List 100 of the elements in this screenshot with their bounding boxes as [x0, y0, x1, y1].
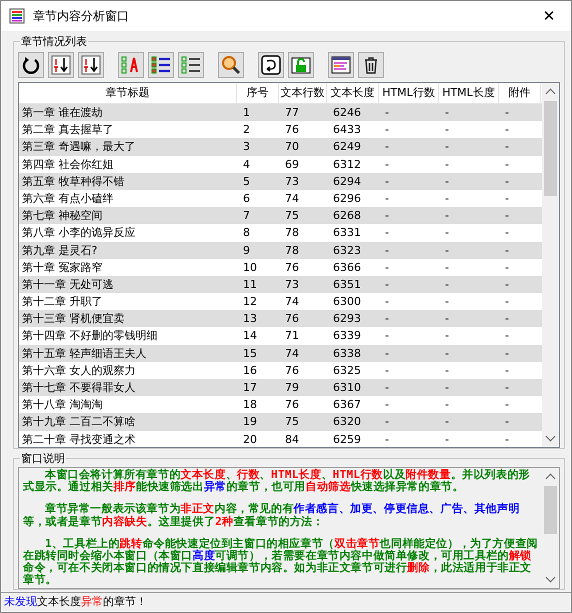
- table-cell-text: -: [384, 208, 390, 224]
- column-header[interactable]: 章节标题: [19, 83, 237, 103]
- table-cell-text: -: [444, 190, 450, 207]
- table-cell-text: 7: [242, 208, 251, 224]
- table-cell-text: 76: [284, 122, 300, 138]
- table-cell-text: 6293: [332, 311, 362, 328]
- sort-desc-button[interactable]: [78, 52, 104, 78]
- table-cell-text: 19: [242, 414, 258, 430]
- table-cell-text: -: [504, 260, 510, 276]
- table-cell-text: -: [444, 397, 450, 414]
- table-cell-text: -: [504, 311, 510, 328]
- table-cell-text: 75: [284, 414, 300, 430]
- column-header[interactable]: HTML长度: [439, 83, 499, 103]
- table-cell-text: -: [444, 362, 450, 379]
- refresh-icon: [21, 55, 41, 75]
- column-header[interactable]: 序号: [237, 83, 279, 103]
- table-cell-text: 74: [284, 346, 300, 362]
- table-cell-text: -: [504, 276, 510, 293]
- table-cell-text: -: [384, 105, 390, 121]
- table-cell-text: -: [504, 362, 510, 379]
- table-cell-text: 15: [242, 346, 258, 362]
- table-cell-text: -: [504, 105, 510, 121]
- table-cell-text: -: [444, 294, 450, 310]
- table-cell-text: -: [384, 174, 390, 190]
- table-cell-text: 77: [284, 105, 300, 121]
- close-button[interactable]: ✕: [527, 1, 571, 31]
- table-cell-text: -: [444, 260, 450, 276]
- table-cell-text: 76: [284, 397, 300, 414]
- description-paragraph: 章节异常一般表示该章节为非正文内容，常见的有作者感言、加更、停更信息、广告、其他声明 等，或者是章节内容缺失。这里提供了2种查看章节的方法：: [23, 503, 521, 528]
- unlock-button[interactable]: [288, 52, 314, 78]
- table-cell-text: 3: [242, 139, 251, 156]
- column-header[interactable]: 文本行数: [279, 83, 327, 103]
- table-cell-text: 6320: [332, 414, 362, 430]
- table-cell-text: 6310: [332, 380, 362, 396]
- table-cell-text: -: [384, 242, 390, 258]
- table-cell-text: 73: [284, 276, 300, 293]
- jump-icon: [261, 55, 281, 75]
- table-cell-text: 第六章 有点小磕绊: [21, 190, 114, 207]
- table-cell-text: -: [504, 208, 510, 224]
- table-cell-text: 6323: [332, 242, 362, 258]
- list-button[interactable]: [178, 52, 204, 78]
- scrollbar[interactable]: [542, 83, 559, 447]
- sort-ascending-icon: [51, 55, 71, 75]
- table-cell-text: 第十八章 淘淘淘: [21, 397, 104, 414]
- table-cell-text: 74: [284, 294, 300, 310]
- table-cell-text: 9: [242, 242, 251, 258]
- column-header[interactable]: HTML行数: [379, 83, 439, 103]
- checklist-icon: [121, 55, 141, 75]
- list-icon: [181, 55, 201, 75]
- refresh-button[interactable]: [18, 52, 44, 78]
- column-header[interactable]: 附件: [499, 83, 541, 103]
- app-icon: [9, 8, 25, 24]
- table-cell-text: 5: [242, 174, 251, 190]
- search-button[interactable]: [218, 52, 244, 78]
- table-cell-text: -: [384, 260, 390, 276]
- table-cell-text: -: [504, 346, 510, 362]
- search-icon: [221, 55, 241, 75]
- table-cell-text: -: [444, 311, 450, 328]
- sort-asc-button[interactable]: [48, 52, 74, 78]
- table-cell-text: 第十一章 无处可逃: [21, 276, 114, 293]
- table-cell-text: 6367: [332, 397, 362, 414]
- auto-check-button[interactable]: [118, 52, 144, 78]
- table-cell-text: -: [504, 156, 510, 173]
- checklist-button[interactable]: [148, 52, 174, 78]
- table-cell-text: 78: [284, 242, 300, 258]
- trash-button[interactable]: [358, 52, 384, 78]
- table-cell-text: 73: [284, 174, 300, 190]
- table-cell-text: 第十五章 轻声细语王夫人: [21, 346, 148, 362]
- table-cell-text: -: [504, 139, 510, 156]
- table-cell-text: 13: [242, 311, 258, 328]
- table-cell-text: -: [384, 362, 390, 379]
- description-paragraph: 1、工具栏上的跳转命令能快速定位到主窗口的相应章节（双击章节也同样能定位），为了方便查阅在跳转同时会缩小本窗口（本窗口高度可调节），若需要在章节内容中做简单修改，可用工具栏的解锁 命令，可在不关闭本窗口的情况下直接编辑章节内容。如为非正文章节可进行删除，此法适用于非正文章节。: [23, 538, 539, 587]
- table-cell-text: -: [384, 139, 390, 156]
- table-cell-text: 4: [242, 156, 251, 173]
- table-cell-text: 74: [284, 190, 300, 207]
- table-cell-text: -: [444, 156, 450, 173]
- table-cell-text: 6339: [332, 328, 362, 344]
- table-cell-text: 6300: [332, 294, 362, 310]
- table-cell-text: 84: [284, 432, 300, 447]
- table-cell-text: 第四章 社会你红姐: [21, 156, 114, 173]
- table-cell-text: 2: [242, 122, 251, 138]
- description-paragraph: 本窗口会将计算所有章节的文本长度、行数、HTML长度、HTML行数以及附件数量。并以列表的形式显示。通过相关排序能快速筛选出异常的章节，也可用 自动筛选快速选择异常的章节。: [23, 469, 531, 494]
- table-cell-text: 76: [284, 311, 300, 328]
- table-cell-text: -: [384, 346, 390, 362]
- jump-button[interactable]: [258, 52, 284, 78]
- table-cell-text: -: [444, 105, 450, 121]
- table-cell-text: -: [444, 139, 450, 156]
- table-cell-text: -: [504, 414, 510, 430]
- table-cell-text: 6294: [332, 174, 362, 190]
- table-cell-text: 16: [242, 362, 258, 379]
- table-cell-text: -: [384, 190, 390, 207]
- table-cell-text: 6259: [332, 432, 362, 447]
- window-button[interactable]: [328, 52, 354, 78]
- column-header[interactable]: 文本长度: [327, 83, 379, 103]
- table-cell-text: 78: [284, 225, 300, 242]
- table-cell-text: 6268: [332, 208, 362, 224]
- window-title: 章节内容分析窗口: [33, 8, 129, 24]
- table-cell-text: 第十三章 肾机便宜卖: [21, 311, 126, 328]
- table-cell-text: 6366: [332, 260, 362, 276]
- table-cell-text: -: [384, 294, 390, 310]
